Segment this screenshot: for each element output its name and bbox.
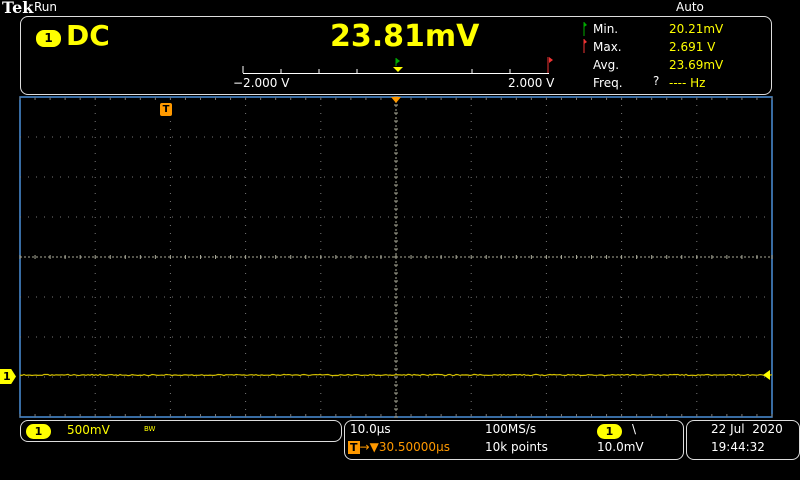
- arrow-right-icon: →▼: [360, 440, 379, 454]
- trigger-time-marker: [391, 97, 401, 103]
- stat-max-value: 2.691 V: [669, 38, 723, 56]
- trigger-level-marker: [763, 370, 770, 380]
- waveform-graticule[interactable]: [0, 90, 800, 420]
- trigger-level: 10.0mV: [597, 440, 644, 454]
- range-ticks: [240, 56, 560, 76]
- stat-min-label: Min.: [593, 20, 623, 38]
- trigger-icon: T: [348, 441, 360, 454]
- horizontal-scale: 10.0µs: [350, 422, 391, 436]
- falling-slope-icon: \: [632, 422, 636, 436]
- stat-avg-value: 23.69mV: [669, 56, 723, 74]
- record-length: 10k points: [485, 440, 548, 454]
- time: 19:44:32: [711, 440, 765, 454]
- channel-badge: 1: [26, 424, 51, 439]
- freq-qualifier: ?: [653, 74, 659, 88]
- trigger-mode: Auto: [676, 0, 704, 14]
- trigger-source-badge: 1: [597, 424, 622, 439]
- stat-max-label: Max.: [593, 38, 623, 56]
- trigger-position-marker[interactable]: T: [160, 103, 172, 116]
- date: 22 Jul 2020: [711, 422, 783, 436]
- brand-logo: Tek: [2, 0, 33, 17]
- sample-rate: 100MS/s: [485, 422, 536, 436]
- stat-avg-label: Avg.: [593, 56, 623, 74]
- meter-value: 23.81mV: [330, 19, 479, 54]
- bandwidth-limit-indicator: BW: [144, 425, 155, 433]
- range-max-label: 2.000 V: [508, 76, 554, 90]
- coupling-label: DC: [66, 19, 110, 52]
- range-min-label: −2.000 V: [233, 76, 289, 90]
- min-max-flags-icon: [582, 21, 590, 55]
- trigger-offset: T →▼30.50000µs: [348, 440, 450, 454]
- waveform-trace: [20, 374, 772, 375]
- run-state: Run: [34, 0, 57, 14]
- channel-badge: 1: [36, 30, 61, 47]
- vertical-scale: 500mV: [67, 423, 110, 437]
- stat-min-value: 20.21mV: [669, 20, 723, 38]
